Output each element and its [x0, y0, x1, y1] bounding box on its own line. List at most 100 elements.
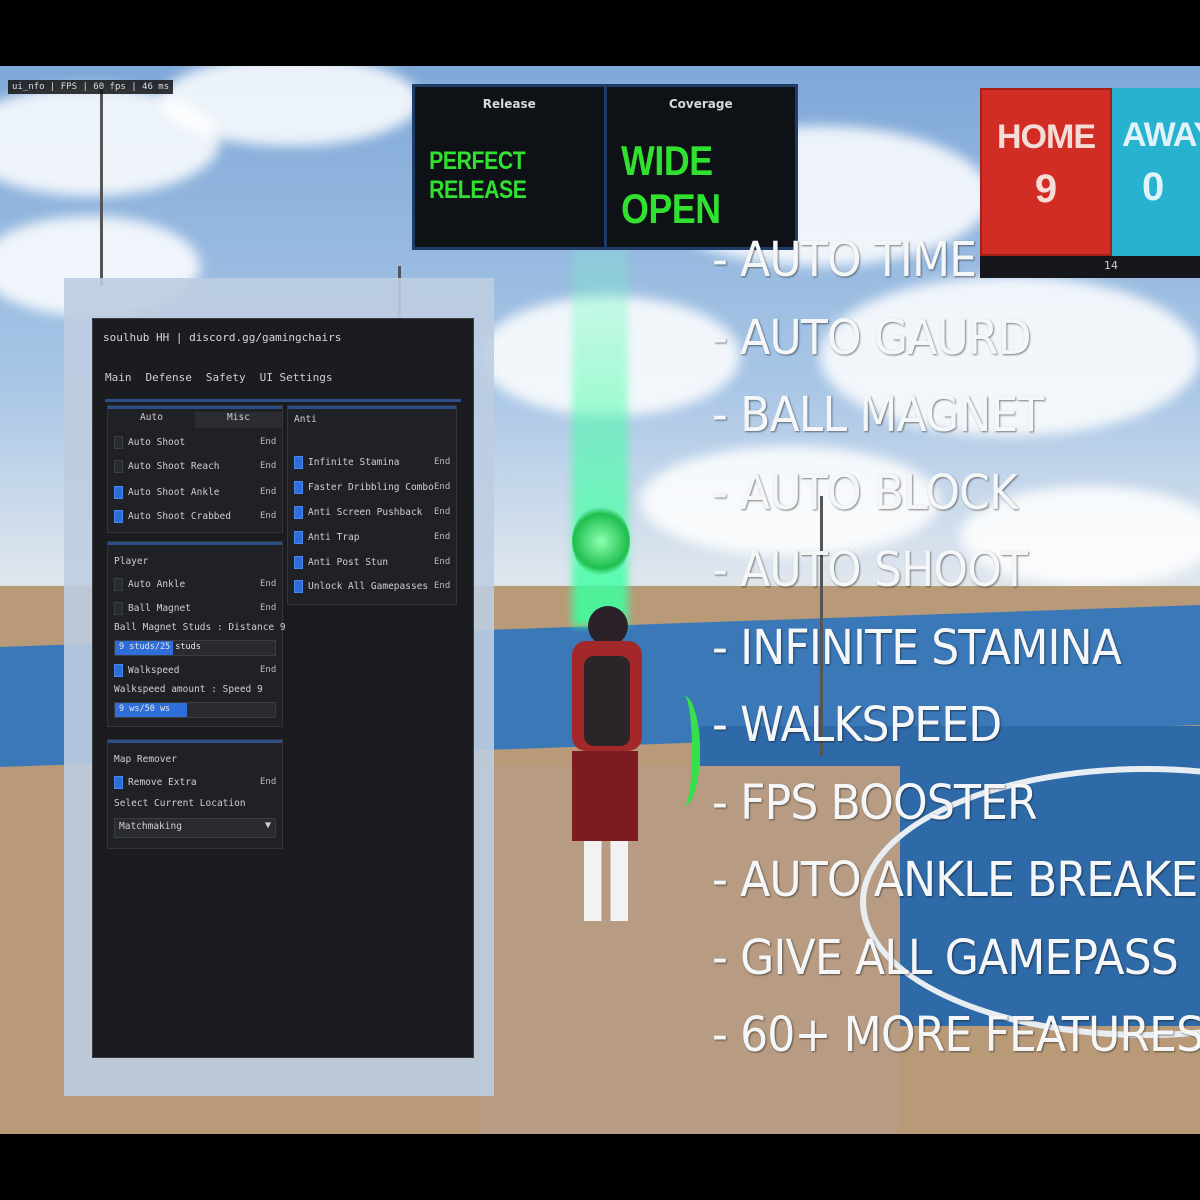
menu-tabs: Main Defense Safety UI Settings	[105, 371, 332, 384]
checkbox[interactable]	[114, 435, 123, 449]
tab-separator	[105, 399, 461, 402]
chevron-down-icon: ▼	[264, 820, 271, 831]
feature-item: - INFINITE STAMINA	[712, 619, 1122, 676]
player-legs	[572, 751, 638, 841]
toggle-label: Anti Screen Pushback	[308, 506, 423, 518]
location-dropdown[interactable]: Matchmaking ▼	[114, 818, 276, 838]
toggle-auto-shoot-reach[interactable]: Auto Shoot Reach End	[114, 458, 276, 474]
keybind[interactable]: End	[434, 507, 450, 517]
location-label: Select Current Location	[114, 798, 246, 809]
checkbox[interactable]	[294, 555, 303, 569]
checkbox[interactable]	[114, 509, 123, 523]
checkbox[interactable]	[114, 577, 123, 591]
feature-item: - AUTO ANKLE BREAKER	[712, 852, 1200, 908]
keybind[interactable]: End	[260, 487, 276, 497]
subtab-misc[interactable]: Misc	[195, 412, 282, 428]
checkbox[interactable]	[114, 459, 123, 473]
slider-value: 9 ws/50 ws	[119, 704, 171, 714]
keybind[interactable]: End	[260, 437, 276, 447]
toggle-label: Ball Magnet	[128, 602, 191, 614]
anti-title: Anti	[294, 414, 317, 425]
cheat-menu-window[interactable]: soulhub HH | discord.gg/gamingchairs Mai…	[92, 318, 474, 1058]
keybind[interactable]: End	[260, 665, 276, 675]
checkbox[interactable]	[294, 455, 303, 469]
toggle-walkspeed[interactable]: Walkspeed End	[114, 662, 276, 678]
groupbox-accent	[108, 542, 282, 545]
window-title: soulhub HH | discord.gg/gamingchairs	[103, 331, 342, 344]
toggle-label: Auto Shoot	[128, 436, 186, 448]
checkbox[interactable]	[294, 579, 303, 593]
keybind[interactable]: End	[260, 461, 276, 471]
player-title: Player	[114, 556, 149, 567]
feature-item: - GIVE ALL GAMEPASS	[712, 929, 1179, 986]
coverage-value: WIDE OPEN	[620, 137, 721, 232]
keybind[interactable]: End	[260, 511, 276, 521]
toggle-label: Infinite Stamina	[308, 456, 400, 468]
groupbox-accent	[288, 406, 456, 409]
checkbox[interactable]	[114, 775, 123, 789]
player-backpack	[584, 656, 630, 746]
perf-overlay: ui_nfo | FPS | 60 fps | 46 ms	[8, 80, 174, 94]
home-score: 9	[1034, 167, 1058, 211]
tab-safety[interactable]: Safety	[206, 371, 246, 384]
toggle-label: Auto Shoot Reach	[128, 460, 220, 472]
toggle-label: Auto Shoot Ankle	[128, 486, 220, 498]
toggle-label: Walkspeed	[128, 664, 180, 676]
subtab-auto[interactable]: Auto	[108, 412, 195, 428]
ball-magnet-slider[interactable]: 9 studs/25 studs	[114, 640, 276, 656]
keybind[interactable]: End	[260, 777, 276, 787]
tab-ui-settings[interactable]: UI Settings	[260, 371, 333, 384]
toggle-infinite-stamina[interactable]: Infinite Stamina End	[294, 454, 450, 470]
checkbox[interactable]	[114, 601, 123, 615]
toggle-auto-ankle[interactable]: Auto Ankle End	[114, 576, 276, 592]
keybind[interactable]: End	[434, 557, 450, 567]
feature-item: - AUTO BLOCK	[712, 464, 1018, 521]
tab-main[interactable]: Main	[105, 371, 132, 384]
home-label: HOME	[997, 118, 1096, 156]
feature-item: - 60+ MORE FEATURES	[712, 1007, 1200, 1063]
auto-groupbox: Auto Misc Auto Shoot End Auto Shoot Reac…	[107, 405, 283, 533]
dropdown-value: Matchmaking	[119, 821, 182, 832]
feature-item: - WALKSPEED	[712, 697, 1002, 753]
feature-item: - AUTO GAURD	[712, 309, 1032, 366]
checkbox[interactable]	[114, 485, 123, 499]
toggle-auto-shoot-crabbed[interactable]: Auto Shoot Crabbed End	[114, 508, 276, 524]
keybind[interactable]: End	[434, 581, 450, 591]
keybind[interactable]: End	[260, 603, 276, 613]
release-column: Release PERFECT RELEASE	[415, 87, 607, 247]
checkbox[interactable]	[114, 663, 123, 677]
toggle-label: Anti Post Stun	[308, 556, 389, 568]
walkspeed-slider-label: Walkspeed amount : Speed 9	[114, 684, 263, 695]
map-remover-title: Map Remover	[114, 754, 177, 765]
toggle-anti-trap[interactable]: Anti Trap End	[294, 529, 450, 545]
toggle-label: Remove Extra	[128, 776, 197, 788]
shot-meter-glow	[572, 506, 630, 576]
toggle-auto-shoot[interactable]: Auto Shoot End	[114, 434, 276, 450]
feature-item: - FPS BOOSTER	[712, 774, 1038, 831]
map-remover-groupbox: Map Remover Remove Extra End Select Curr…	[107, 739, 283, 849]
feature-item: - AUTO SHOOT	[712, 542, 1028, 598]
toggle-unlock-gamepasses[interactable]: Unlock All Gamepasses End	[294, 578, 450, 594]
toggle-faster-dribbling[interactable]: Faster Dribbling Combos End	[294, 479, 450, 495]
checkbox[interactable]	[294, 530, 303, 544]
toggle-ball-magnet[interactable]: Ball Magnet End	[114, 600, 276, 616]
letterbox-top	[0, 0, 1200, 66]
walkspeed-slider[interactable]: 9 ws/50 ws	[114, 702, 276, 718]
tab-defense[interactable]: Defense	[146, 371, 192, 384]
toggle-label: Auto Shoot Crabbed	[128, 510, 231, 522]
feature-item: - BALL MAGNET	[712, 387, 1044, 443]
keybind[interactable]: End	[434, 532, 450, 542]
keybind[interactable]: End	[434, 457, 450, 467]
toggle-label: Anti Trap	[308, 531, 360, 543]
shot-meter-arc	[668, 696, 700, 806]
checkbox[interactable]	[294, 505, 303, 519]
toggle-auto-shoot-ankle[interactable]: Auto Shoot Ankle End	[114, 484, 276, 500]
checkbox[interactable]	[294, 480, 303, 494]
keybind[interactable]: End	[260, 579, 276, 589]
keybind[interactable]: End	[434, 482, 450, 492]
toggle-anti-screen-pushback[interactable]: Anti Screen Pushback End	[294, 504, 450, 520]
toggle-remove-extra[interactable]: Remove Extra End	[114, 774, 276, 790]
slider-value: 9 studs/25 studs	[119, 642, 201, 652]
release-header: Release	[482, 97, 536, 111]
toggle-anti-post-stun[interactable]: Anti Post Stun End	[294, 554, 450, 570]
